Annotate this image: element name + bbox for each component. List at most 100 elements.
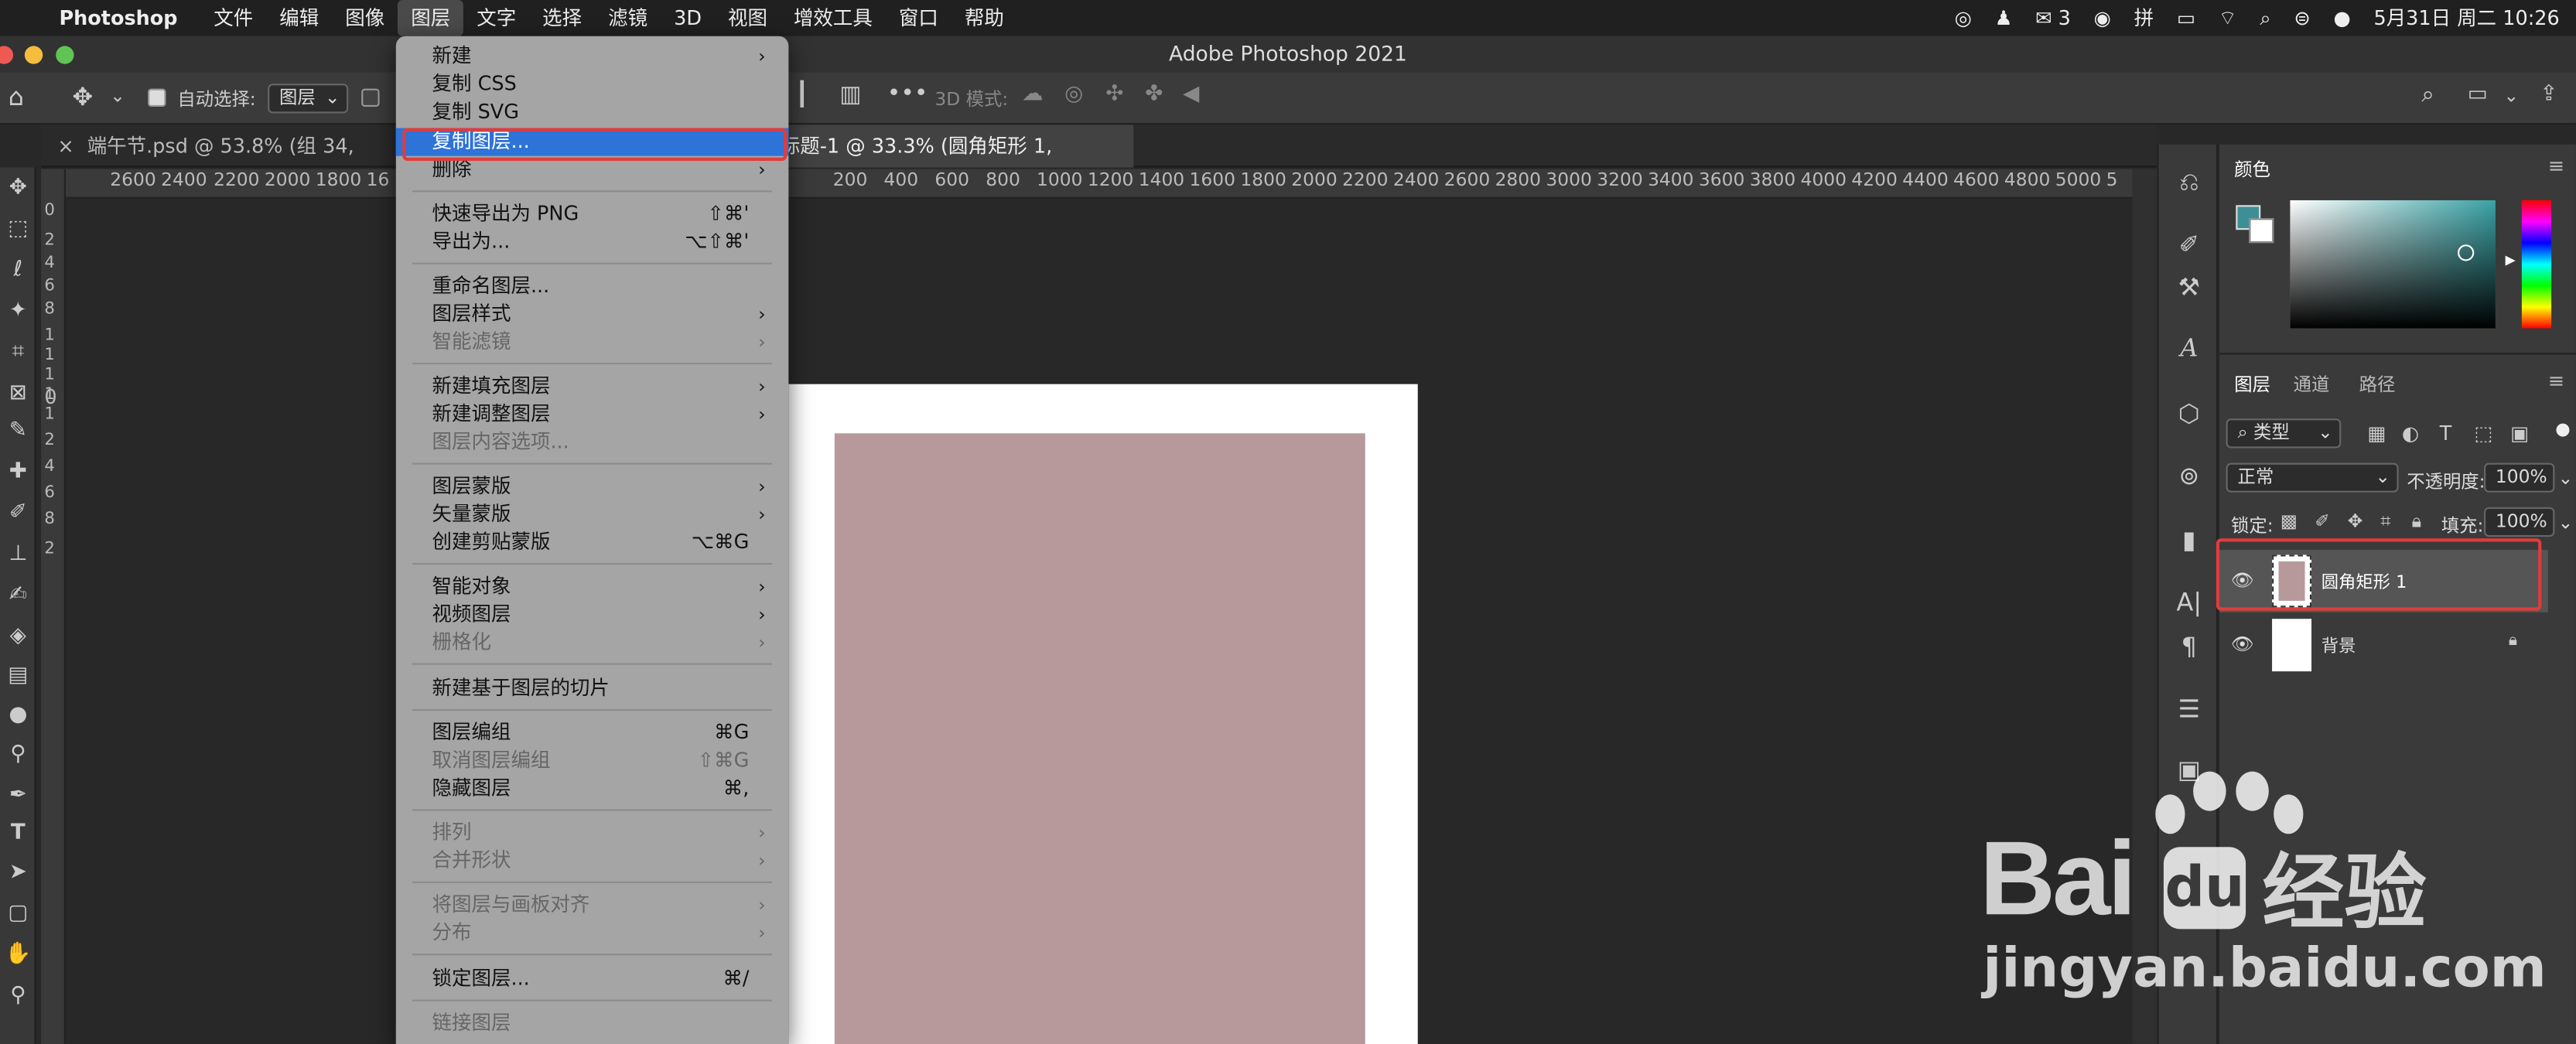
3d-pan-icon[interactable]: ✣ <box>1105 82 1123 107</box>
control-center-icon[interactable]: ⊜ <box>2294 0 2310 36</box>
3d-icon[interactable]: ⬡ <box>2159 399 2220 428</box>
3d-roll-icon[interactable]: ◎ <box>1064 82 1083 107</box>
character-style-icon[interactable]: A| <box>2159 588 2220 617</box>
adjust-icon[interactable]: ⊚ <box>2159 461 2220 490</box>
menu-help[interactable]: 帮助 <box>951 0 1017 36</box>
brush-tool-icon[interactable]: ✐ <box>0 500 36 525</box>
menu-file[interactable]: 文件 <box>200 0 266 36</box>
eraser-icon[interactable]: ◈ <box>0 624 36 649</box>
hand-tool-icon[interactable]: ✋ <box>0 942 36 967</box>
properties-icon[interactable]: ☰ <box>2159 694 2220 724</box>
menu-edit[interactable]: 编辑 <box>266 0 332 36</box>
more-icon[interactable]: ••• <box>887 80 928 107</box>
layer-visibility-eye-icon[interactable]: 👁︎ <box>2231 633 2254 655</box>
lock-pixels-icon[interactable]: ✐ <box>2315 510 2330 532</box>
clock[interactable]: 5月31日 周二 10:26 <box>2373 0 2559 36</box>
brush-settings-icon[interactable]: ✐ <box>2159 230 2220 259</box>
user-icon[interactable]: ◉ <box>2094 0 2111 36</box>
color-field[interactable] <box>2290 200 2496 329</box>
marquee-tool-icon[interactable]: ⬚ <box>0 217 36 241</box>
layer-name[interactable]: 背景 <box>2321 633 2356 658</box>
3d-orbit-icon[interactable]: ☁ <box>1022 82 1044 107</box>
lasso-tool-icon[interactable]: ℓ <box>0 258 36 282</box>
fill-input[interactable]: 100% <box>2484 507 2555 537</box>
canvas-area[interactable] <box>65 198 2133 1044</box>
gradient-icon[interactable]: ▮ <box>2159 525 2220 554</box>
opacity-chevron-icon[interactable]: ⌄ <box>2558 468 2574 490</box>
color-picker-cursor[interactable] <box>2458 244 2475 261</box>
distribute-icon[interactable]: ▥ <box>839 82 861 108</box>
menu-item-lock-layers[interactable]: 锁定图层... ⌘/ <box>396 965 789 993</box>
type-tool-icon[interactable]: T <box>0 821 36 845</box>
document-artboard[interactable] <box>788 384 1418 1044</box>
menu-type[interactable]: 文字 <box>463 0 529 36</box>
chevron-down-icon[interactable]: ⌄ <box>110 85 125 107</box>
blur-tool-icon[interactable]: ● <box>0 702 36 727</box>
close-tab-icon[interactable]: × <box>57 135 73 158</box>
shape-tool-icon[interactable]: ▢ <box>0 901 36 926</box>
input-method-icon[interactable]: 拼 <box>2134 0 2154 36</box>
paths-tab[interactable]: 路径 <box>2359 371 2396 397</box>
menu-item-smart-object[interactable]: 智能对象 › <box>396 573 789 601</box>
wifi-icon[interactable]: ⌔ <box>2219 0 2237 36</box>
paragraph-icon[interactable]: ¶ <box>2159 632 2220 661</box>
rounded-rectangle-shape[interactable] <box>834 433 1365 1044</box>
battery-icon[interactable]: ▭ <box>2177 0 2195 36</box>
menu-item-new-layer-slice[interactable]: 新建基于图层的切片 <box>396 674 789 702</box>
menu-item-new[interactable]: 新建 › <box>396 43 789 70</box>
menu-image[interactable]: 图像 <box>332 0 398 36</box>
search-icon[interactable]: ⌕ <box>2421 82 2434 108</box>
libraries-icon[interactable]: ▣ <box>2159 755 2220 784</box>
color-panel-tab[interactable]: 颜色 <box>2234 156 2270 183</box>
filter-pixel-icon[interactable]: ▦ <box>2367 422 2386 445</box>
menu-view[interactable]: 视图 <box>715 0 781 36</box>
frame-tool-icon[interactable]: ⊠ <box>0 380 36 405</box>
tab-untitled[interactable]: 标题-1 @ 33.3% (圆角矩形 1, RGB/8) * <box>764 125 1134 200</box>
show-transform-checkbox[interactable] <box>361 88 380 107</box>
filter-type-icon[interactable]: T <box>2440 422 2452 445</box>
path-select-icon[interactable]: ➤ <box>0 860 36 885</box>
menu-window[interactable]: 窗口 <box>886 0 951 36</box>
filter-toggle-icon[interactable] <box>2556 423 2570 437</box>
spotlight-search-icon[interactable]: ⌕ <box>2260 0 2270 36</box>
history-brush-icon[interactable]: ✍ <box>0 583 36 608</box>
menu-3d[interactable]: 3D <box>661 0 715 36</box>
menu-item-new-adjustment-layer[interactable]: 新建调整图层 › <box>396 401 789 428</box>
filter-adjustment-icon[interactable]: ◐ <box>2402 422 2419 445</box>
lock-artboard-icon[interactable]: ⌗ <box>2380 510 2390 534</box>
menu-item-new-fill-layer[interactable]: 新建填充图层 › <box>396 373 789 401</box>
move-tool-icon[interactable]: ✥ <box>72 82 93 111</box>
filter-smart-icon[interactable]: ▣ <box>2510 422 2529 445</box>
app-menu[interactable]: Photoshop <box>59 6 177 29</box>
fill-chevron-icon[interactable]: ⌄ <box>2558 512 2574 534</box>
menu-item-layer-style[interactable]: 图层样式 › <box>396 300 789 328</box>
layer-row-background[interactable]: 👁︎ 背景 🔒︎ <box>2219 614 2548 677</box>
close-window-button[interactable] <box>0 46 13 64</box>
menu-item-create-clipping-mask[interactable]: 创建剪贴蒙版 ⌥⌘G <box>396 528 789 556</box>
3d-scale-icon[interactable]: ◀ <box>1183 82 1199 107</box>
stamp-tool-icon[interactable]: ⊥ <box>0 541 36 566</box>
wechat-icon[interactable]: ✉ 3 <box>2035 0 2071 36</box>
filter-shape-icon[interactable]: ⬚ <box>2474 422 2492 445</box>
menu-item-vector-mask[interactable]: 矢量蒙版 › <box>396 500 789 528</box>
tab-duanwu[interactable]: ×端午节.psd @ 53.8% (组 34, RGB/8#) <box>41 125 395 200</box>
siri-icon[interactable]: ● <box>2333 0 2350 36</box>
zoom-window-button[interactable] <box>56 46 74 64</box>
align-icon[interactable]: ┃ <box>795 82 809 108</box>
home-icon[interactable]: ⌂ <box>9 82 24 111</box>
history-icon[interactable]: ⎌ <box>2159 168 2220 197</box>
opacity-input[interactable]: 100% <box>2484 462 2555 493</box>
menu-item-copy-svg[interactable]: 复制 SVG <box>396 98 789 126</box>
menu-item-export-as[interactable]: 导出为... ⌥⇧⌘' <box>396 228 789 256</box>
minimize-window-button[interactable] <box>24 46 43 64</box>
layers-tab[interactable]: 图层 <box>2234 371 2270 397</box>
dodge-tool-icon[interactable]: ⚲ <box>0 742 36 766</box>
auto-select-checkbox[interactable] <box>148 88 166 107</box>
menu-plugins[interactable]: 增效工具 <box>781 0 886 36</box>
layer-filter-dropdown[interactable]: ⌕ 类型 ⌄ <box>2226 418 2342 449</box>
qq-icon[interactable]: ♟ <box>1995 0 2013 36</box>
menu-item-hide-layers[interactable]: 隐藏图层 ⌘, <box>396 775 789 803</box>
menu-filter[interactable]: 滤镜 <box>595 0 661 36</box>
brush-presets-icon[interactable]: ⚒ <box>2159 272 2220 302</box>
lock-position-icon[interactable]: ✥ <box>2348 510 2363 532</box>
